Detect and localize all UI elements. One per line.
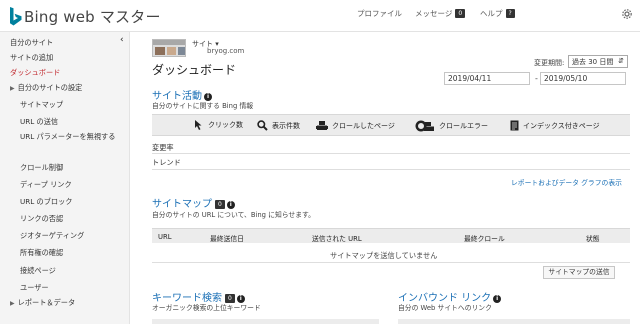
bing-b-icon bbox=[10, 7, 22, 26]
sidebar-item-reports-data-label: レポート＆データ bbox=[17, 298, 76, 307]
robot-icon bbox=[316, 121, 328, 130]
sitemaps-empty-message: サイトマップを送信していません bbox=[330, 251, 438, 260]
trend-label: トレンド bbox=[152, 158, 181, 167]
metric-indexed-pages-label: インデックス付きページ bbox=[523, 121, 600, 130]
sidebar-item-disavow-links[interactable]: リンクの否認 bbox=[20, 214, 63, 224]
main-content: サイト ▾ bryog.com ダッシュボード 変更期間: 過去 30 日間 ⇵ … bbox=[130, 32, 640, 324]
sidebar-item-submit-url[interactable]: URL の送信 bbox=[20, 117, 58, 127]
sidebar-item-add-site[interactable]: サイトの追加 bbox=[10, 53, 53, 63]
column-url[interactable]: URL bbox=[158, 233, 171, 241]
metric-indexed-pages[interactable]: インデックス付きページ bbox=[510, 120, 600, 131]
sidebar-item-my-sites[interactable]: 自分のサイト bbox=[10, 38, 53, 48]
sidebar-item-sitemaps[interactable]: サイトマップ bbox=[20, 100, 63, 110]
sidebar-item-site-settings[interactable]: ▶ 自分のサイトの設定 bbox=[10, 83, 82, 93]
sidebar-item-verify-ownership[interactable]: 所有権の確認 bbox=[20, 248, 63, 258]
sidebar-item-deep-links[interactable]: ディープ リンク bbox=[20, 180, 72, 190]
period-select-value: 過去 30 日間 bbox=[572, 58, 614, 66]
sitemaps-title: サイトマップ 0 i bbox=[152, 195, 235, 210]
inbound-links-description: 自分の Web サイトへのリンク bbox=[398, 304, 492, 312]
gear-icon[interactable] bbox=[621, 8, 633, 20]
change-rate-label: 変更率 bbox=[152, 143, 174, 152]
keywords-description: オーガニック検索の上位キーワード bbox=[152, 304, 261, 312]
bing-logo[interactable]: Bing web マスター bbox=[9, 6, 161, 27]
nav-messages-label: メッセージ bbox=[415, 9, 453, 18]
product-name: web マスター bbox=[63, 8, 161, 26]
sidebar-item-users[interactable]: ユーザー bbox=[20, 283, 49, 293]
metric-crawl-errors-label: クロールエラー bbox=[439, 122, 488, 130]
chevron-right-icon: ▶ bbox=[10, 85, 15, 92]
page-title: ダッシュボード bbox=[152, 63, 237, 77]
nav-help[interactable]: ヘルプ? bbox=[480, 8, 515, 19]
dropdown-arrows-icon: ⇵ bbox=[618, 57, 624, 65]
nav-help-label: ヘルプ bbox=[480, 9, 503, 18]
metric-impressions[interactable]: 表示件数 bbox=[257, 120, 300, 131]
column-status[interactable]: 状態 bbox=[586, 233, 600, 243]
site-activity-description: 自分のサイトに関する Bing 情報 bbox=[152, 102, 254, 110]
view-reports-link[interactable]: レポートおよびデータ グラフの表示 bbox=[511, 177, 622, 187]
info-icon[interactable]: i bbox=[226, 201, 235, 209]
period-select[interactable]: 過去 30 日間 ⇵ bbox=[568, 55, 628, 68]
sidebar-item-dashboard[interactable]: ダッシュボード bbox=[10, 68, 60, 78]
nav-messages[interactable]: メッセージ 0 bbox=[415, 8, 466, 19]
metric-clicks-label: クリック数 bbox=[208, 121, 243, 129]
error-robot-icon bbox=[415, 120, 434, 132]
top-bar: Bing web マスター プロファイル メッセージ 0 ヘルプ? bbox=[0, 0, 640, 32]
site-thumbnail bbox=[152, 39, 186, 57]
sidebar-item-block-urls[interactable]: URL のブロック bbox=[20, 197, 72, 207]
help-badge: ? bbox=[505, 9, 515, 18]
collapse-sidebar-icon[interactable]: ‹ bbox=[120, 35, 124, 45]
document-icon bbox=[510, 120, 519, 131]
sitemaps-table-header: URL 最終送信日 送信された URL 最終クロール 状態 bbox=[152, 228, 630, 243]
submit-sitemap-button[interactable]: サイトマップの送信 bbox=[543, 266, 615, 279]
metric-crawl-errors[interactable]: クロールエラー bbox=[415, 120, 488, 132]
messages-count-badge: 0 bbox=[455, 9, 466, 18]
sidebar-item-site-settings-label: 自分のサイトの設定 bbox=[17, 83, 83, 92]
sidebar-item-crawl-control[interactable]: クロール制御 bbox=[20, 163, 63, 173]
column-last-submitted[interactable]: 最終送信日 bbox=[210, 233, 244, 243]
date-to-input[interactable]: 2019/05/10 bbox=[540, 72, 626, 85]
nav-profile[interactable]: プロファイル bbox=[357, 8, 402, 19]
metrics-bar: クリック数 表示件数 クロールしたページ クロールエラー インデックス付きページ bbox=[152, 114, 630, 136]
sidebar-item-ignore-url-parameters[interactable]: URL パラメーターを無視する bbox=[20, 131, 116, 143]
brand-name: Bing bbox=[24, 8, 59, 26]
column-urls-submitted[interactable]: 送信された URL bbox=[312, 233, 362, 243]
date-separator: - bbox=[535, 74, 538, 83]
keywords-table-header bbox=[152, 319, 379, 324]
divider bbox=[152, 153, 630, 154]
magnifier-icon bbox=[257, 120, 268, 131]
column-last-crawled[interactable]: 最終クロール bbox=[464, 233, 505, 243]
divider bbox=[152, 169, 630, 170]
sidebar-item-reports-data[interactable]: ▶ レポート＆データ bbox=[10, 298, 75, 308]
sidebar-item-geo-targeting[interactable]: ジオターゲティング bbox=[20, 231, 84, 241]
site-url: bryog.com bbox=[207, 47, 245, 55]
sitemaps-count-badge: 0 bbox=[215, 200, 225, 209]
sidebar: ‹ 自分のサイト サイトの追加 ダッシュボード ▶ 自分のサイトの設定 サイトマッ… bbox=[0, 32, 130, 324]
metric-crawled-pages-label: クロールしたページ bbox=[332, 121, 395, 130]
metric-clicks[interactable]: クリック数 bbox=[194, 120, 243, 130]
cursor-icon bbox=[195, 120, 202, 130]
metric-crawled-pages[interactable]: クロールしたページ bbox=[316, 120, 395, 131]
sidebar-item-connected-pages[interactable]: 接続ページ bbox=[20, 266, 56, 276]
divider bbox=[152, 262, 630, 263]
period-label: 変更期間: bbox=[534, 59, 565, 67]
metric-impressions-label: 表示件数 bbox=[272, 121, 300, 130]
date-from-input[interactable]: 2019/04/11 bbox=[444, 72, 530, 85]
info-icon[interactable]: i bbox=[493, 295, 502, 303]
chevron-right-icon: ▶ bbox=[10, 300, 15, 307]
inbound-links-table-header bbox=[398, 319, 630, 324]
sitemaps-description: 自分のサイトの URL について、Bing に知らせます。 bbox=[152, 211, 315, 219]
